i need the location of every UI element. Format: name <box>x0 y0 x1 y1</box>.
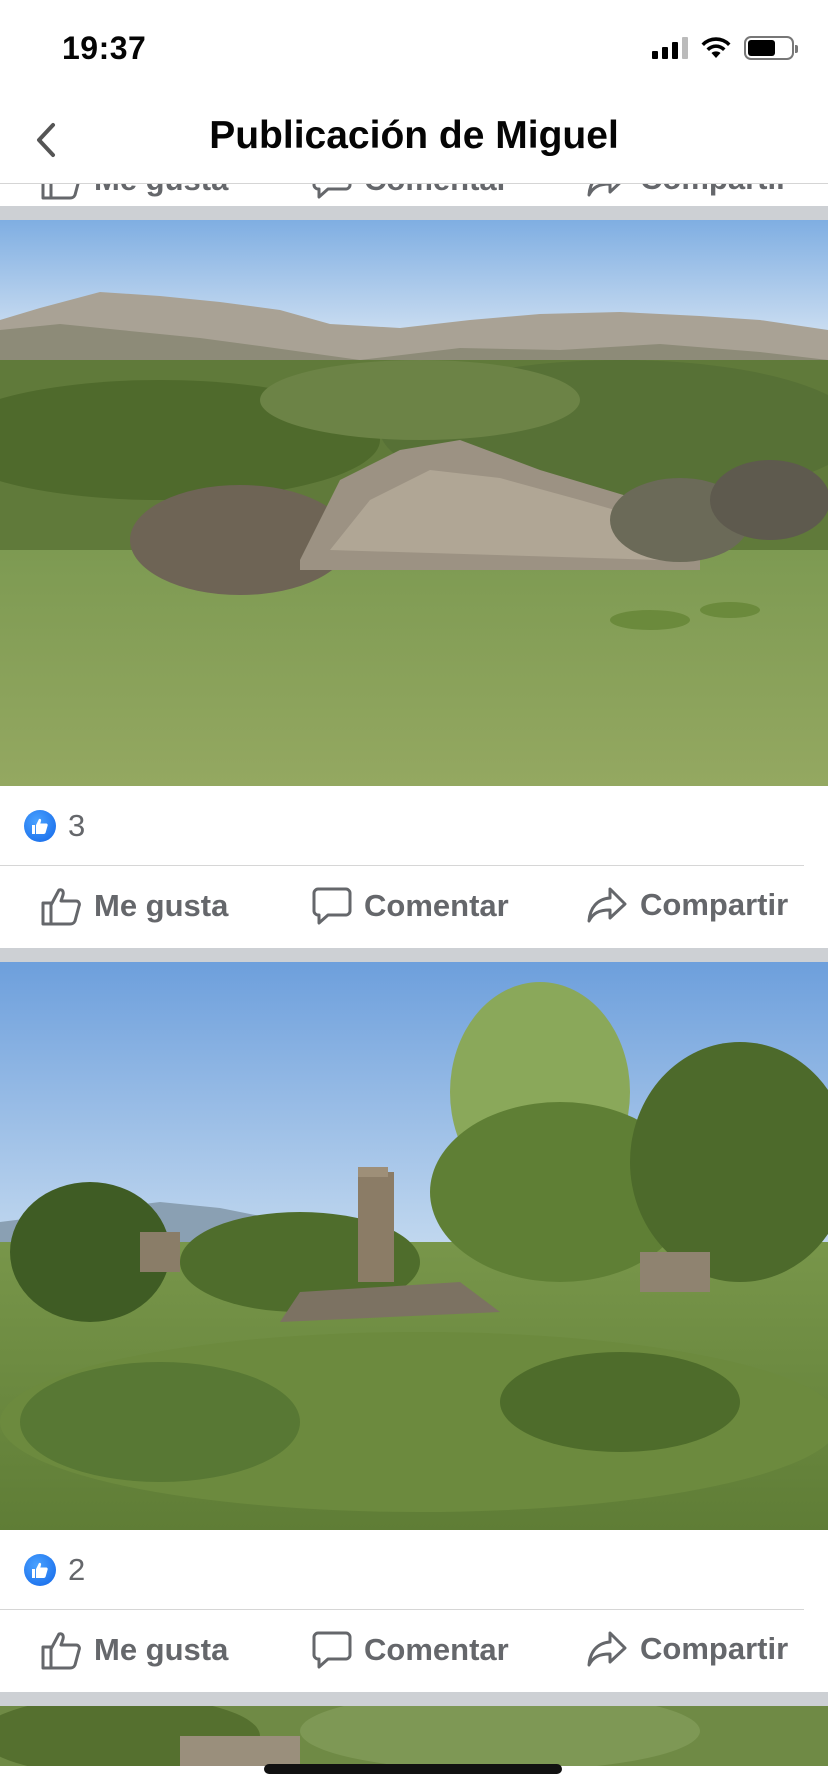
nav-header: Publicación de Miguel <box>0 100 828 184</box>
like-reaction-icon <box>24 1553 56 1586</box>
share-label: Compartir <box>640 1631 789 1666</box>
status-bar: 19:37 <box>0 0 828 100</box>
landscape-photo-ruin <box>0 962 828 1530</box>
like-label: Me gusta <box>94 888 229 923</box>
share-icon <box>587 887 627 923</box>
like-label: Me gusta <box>94 1632 229 1667</box>
reaction-count: 2 <box>68 1551 86 1587</box>
comment-label: Comentar <box>364 888 509 923</box>
post-divider <box>0 206 828 220</box>
post-photo[interactable] <box>0 220 828 786</box>
share-icon <box>587 1631 627 1667</box>
share-button[interactable]: Compartir <box>586 1630 788 1668</box>
post-actions: Me gusta Comentar Compartir <box>0 1610 828 1692</box>
status-icons <box>652 36 798 60</box>
post-photo[interactable] <box>0 962 828 1530</box>
like-button[interactable]: Me gusta <box>40 1630 228 1670</box>
share-label: Compartir <box>640 887 789 922</box>
share-button[interactable]: Compartir <box>586 886 788 924</box>
post-divider <box>0 1692 828 1706</box>
page-title: Publicación de Miguel <box>209 114 619 157</box>
post-divider <box>0 948 828 962</box>
comment-icon <box>312 887 352 925</box>
status-time: 19:37 <box>62 30 147 66</box>
comment-label: Comentar <box>364 1632 509 1667</box>
reaction-count: 3 <box>68 807 86 843</box>
reaction-row[interactable]: 2 <box>0 1530 804 1610</box>
reaction-row[interactable]: 3 <box>0 786 804 866</box>
comment-icon <box>312 1631 352 1669</box>
like-reaction-icon <box>24 809 56 842</box>
post-photo[interactable] <box>0 1706 828 1766</box>
like-button[interactable]: Me gusta <box>40 886 228 926</box>
thumbs-up-icon <box>41 888 81 926</box>
thumbs-up-icon <box>41 1632 81 1670</box>
battery-icon <box>744 36 798 60</box>
feed[interactable]: Me gusta Comentar Compartir <box>0 161 828 1766</box>
wifi-icon <box>701 37 731 58</box>
cellular-signal-icon <box>652 37 688 59</box>
landscape-photo-rubble <box>0 220 828 786</box>
comment-button[interactable]: Comentar <box>312 886 509 926</box>
comment-button[interactable]: Comentar <box>312 1630 509 1670</box>
home-indicator[interactable] <box>264 1764 562 1774</box>
landscape-photo-partial <box>0 1706 828 1766</box>
post-actions: Me gusta Comentar Compartir <box>0 866 828 948</box>
